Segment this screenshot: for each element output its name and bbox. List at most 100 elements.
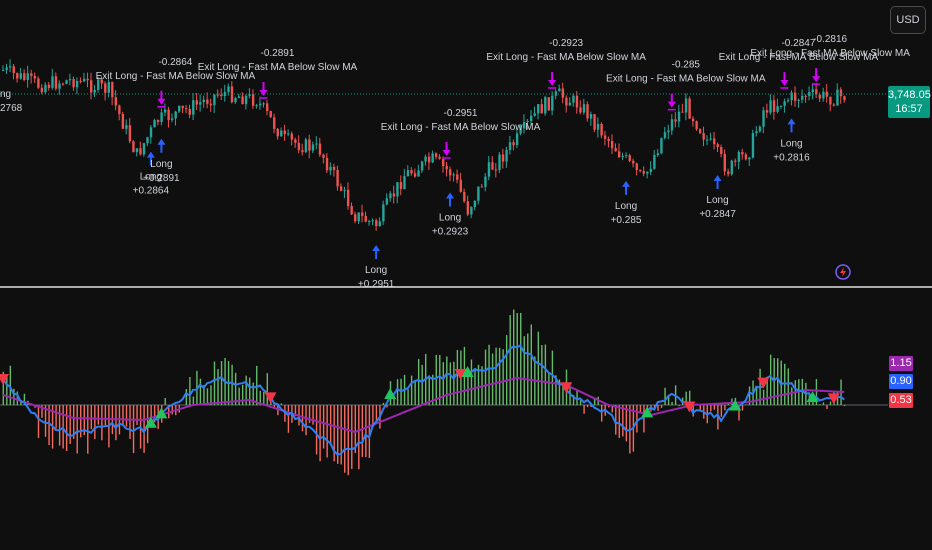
candle [61,82,65,86]
candle [163,103,167,117]
candle [804,94,807,103]
histogram-bar [491,353,494,405]
candle [811,83,814,100]
candle [547,97,550,111]
trade-pnl: +0.2864 [133,186,170,197]
candle [406,165,410,177]
candle [385,193,389,206]
candle [255,103,258,109]
histogram-bar [375,405,378,422]
candle [565,95,568,113]
candle [463,188,466,203]
candle [167,106,170,128]
candle [561,82,565,104]
candle [104,81,107,101]
candle [445,161,448,177]
histogram-bar [312,405,314,425]
candle [709,132,712,141]
histogram-bar [326,405,328,458]
candle [755,126,758,137]
candle [730,159,734,176]
histogram-bar [762,389,765,405]
candle [149,124,153,144]
candle [244,94,248,110]
candle [146,136,149,147]
histogram-bar [414,381,416,405]
candle [33,72,37,83]
candle [660,137,663,155]
candle [751,129,755,159]
candle [582,98,586,115]
candle [491,156,494,171]
candle [815,82,818,98]
fast-line-value: 0.90 [889,374,913,389]
candle [698,128,702,135]
histogram-bar [791,387,793,405]
candle [399,175,403,196]
currency-button[interactable]: USD [890,6,926,34]
candle [825,84,829,103]
candle [653,149,656,170]
candle [40,84,44,95]
long-entry-marker: Long +0.285 [611,180,642,226]
histogram-value: 0.53 [889,393,913,408]
candle [58,80,61,95]
candle [748,156,751,166]
candle [618,143,621,159]
histogram-bar [456,350,459,405]
candle [132,139,135,153]
histogram-bar [393,398,395,405]
candle [794,86,797,107]
candle [801,89,804,104]
candle [758,125,762,133]
histogram-bar [382,402,385,405]
histogram-bar [410,375,413,405]
candle [603,130,607,146]
histogram-bar [583,405,585,414]
trade-pnl: -0.285 [672,60,701,71]
candle [533,106,536,117]
histogram-bar [449,362,452,405]
histogram-bar [365,405,367,458]
candle [206,92,209,109]
histogram-bar [699,405,701,411]
histogram-bar [731,398,733,405]
candle [142,142,146,157]
histogram-bar [544,344,547,405]
lightning-icon[interactable] [835,264,851,280]
candle [332,163,336,177]
candle [480,183,484,188]
trade-pnl: +0.285 [611,215,642,226]
candle [19,67,22,80]
histogram-bar [498,347,501,405]
candle [160,108,163,126]
candle [181,105,184,113]
candle [572,93,575,107]
histogram-bar [505,335,508,405]
candle [723,149,726,176]
candle [783,98,786,113]
histogram-bar [37,405,40,438]
histogram-bar [601,405,603,422]
candle [72,76,75,91]
trade-label: Long [615,201,637,212]
candle [121,111,125,130]
candle [329,162,332,175]
histogram-bar [537,331,540,405]
candle [832,103,836,107]
histogram-bar [421,364,423,405]
histogram-bar [777,358,779,405]
candle [322,153,325,164]
candle [540,98,543,114]
histogram-bar [206,388,209,405]
candle [424,154,427,166]
histogram-bar [671,401,673,405]
candle [456,169,459,184]
histogram-bar [97,405,100,425]
histogram-bar [470,359,473,405]
candle [649,161,653,176]
histogram-bar [132,405,135,454]
candle [209,98,213,112]
histogram-bar [442,362,444,405]
histogram-bar [446,356,448,405]
